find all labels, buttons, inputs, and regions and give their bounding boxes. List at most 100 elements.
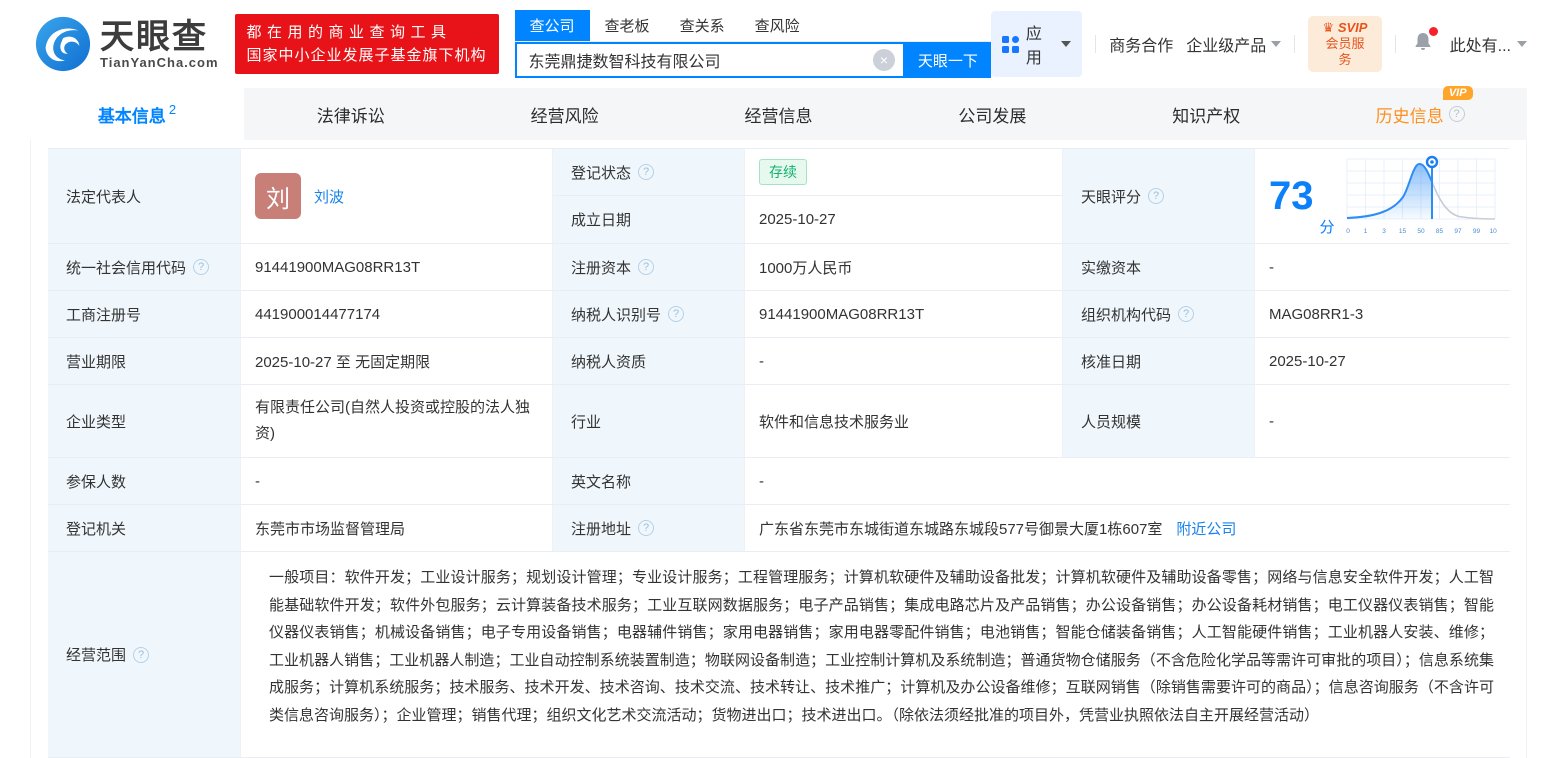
svg-text:15: 15 — [1398, 228, 1406, 235]
field-label-credit-code: 统一社会信用代码? — [48, 244, 241, 291]
help-icon[interactable]: ? — [133, 646, 150, 663]
tab-history-info[interactable]: 历史信息 ? VIP — [1313, 85, 1527, 140]
tab-basic-info[interactable]: 基本信息 2 — [30, 88, 244, 140]
field-value-establish-date: 2025-10-27 — [745, 196, 1063, 244]
field-label-business-reg-no: 工商注册号 — [48, 291, 241, 338]
promo-line1: 都在用的商业查询工具 — [246, 24, 452, 41]
field-label-insured-count: 参保人数 — [48, 458, 241, 505]
field-value-reg-status: 存续 — [745, 149, 1063, 196]
field-value-registered-capital: 1000万人民币 — [745, 244, 1063, 291]
search-tab-risk[interactable]: 查风险 — [740, 10, 815, 41]
tab-intellectual-property[interactable]: 知识产权 — [1099, 88, 1313, 140]
table-row: 法定代表人 刘 刘波 登记状态 ? 存续 天眼评分 ? 73 分 0 1 3 1… — [48, 149, 1510, 244]
brand-name: 天眼查 — [100, 17, 208, 56]
field-label-registered-address: 注册地址? — [553, 505, 745, 552]
field-label-paid-capital: 实缴资本 — [1063, 244, 1255, 291]
top-header: 天眼查 TianYanCha.com 都在用的商业查询工具 国家中小企业发展子基… — [0, 0, 1557, 88]
svg-text:50: 50 — [1417, 228, 1425, 235]
chevron-down-icon — [1271, 41, 1282, 47]
notification-dot — [1428, 26, 1438, 36]
help-icon[interactable]: ? — [668, 306, 685, 322]
clear-search-icon[interactable]: × — [872, 49, 895, 71]
help-icon[interactable]: ? — [1148, 188, 1165, 204]
search-tabs: 查公司 查老板 查关系 查风险 — [514, 10, 991, 42]
svip-member-button[interactable]: ♛ SVIP 会员服务 — [1308, 16, 1382, 72]
field-label-reg-status: 登记状态 ? — [553, 149, 745, 196]
tab-basic-info-label: 基本信息 — [97, 106, 166, 126]
field-label-taxpayer-id: 纳税人识别号? — [553, 291, 745, 338]
help-icon[interactable]: ? — [638, 520, 655, 536]
field-label-approval-date: 核准日期 — [1063, 338, 1255, 385]
basic-info-panel: 法定代表人 刘 刘波 登记状态 ? 存续 天眼评分 ? 73 分 0 1 3 1… — [30, 140, 1527, 758]
section-tabbar: 基本信息 2 法律诉讼 经营风险 经营信息 公司发展 知识产权 历史信息 ? V… — [30, 85, 1527, 140]
nav-link-enterprise[interactable]: 企业级产品 — [1186, 32, 1282, 56]
svg-text:97: 97 — [1454, 228, 1462, 235]
svip-label: SVIP — [1337, 20, 1368, 35]
svg-text:99: 99 — [1472, 228, 1480, 235]
help-icon[interactable]: ? — [1178, 306, 1195, 322]
field-label-company-type: 企业类型 — [48, 385, 241, 458]
field-label-industry: 行业 — [553, 385, 745, 458]
field-label-taxpayer-qualification: 纳税人资质 — [553, 338, 745, 385]
tab-operating-risk[interactable]: 经营风险 — [458, 88, 672, 140]
apps-grid-icon — [1001, 35, 1019, 53]
field-value-insured-count: - — [241, 458, 553, 505]
svg-text:85: 85 — [1435, 228, 1443, 235]
help-icon[interactable]: ? — [193, 259, 210, 275]
tab-legal-proceedings[interactable]: 法律诉讼 — [244, 88, 458, 140]
svg-text:3: 3 — [1382, 228, 1386, 235]
field-label-business-term: 营业期限 — [48, 338, 241, 385]
search-input[interactable] — [528, 51, 873, 69]
status-badge: 存续 — [759, 159, 807, 185]
apps-label: 应用 — [1025, 26, 1042, 67]
search-tab-company[interactable]: 查公司 — [514, 10, 590, 41]
divider — [1394, 35, 1396, 53]
tab-history-info-label: 历史信息 — [1375, 106, 1444, 126]
score-unit: 分 — [1319, 219, 1335, 236]
avatar[interactable]: 刘 — [255, 173, 301, 219]
tianyancha-logo[interactable]: 天眼查 TianYanCha.com — [34, 15, 219, 73]
legal-rep-link[interactable]: 刘波 — [314, 186, 344, 207]
tab-company-development[interactable]: 公司发展 — [885, 88, 1099, 140]
divider — [1294, 35, 1296, 53]
brand-domain: TianYanCha.com — [100, 54, 219, 70]
header-nav: 应用 商务合作 企业级产品 ♛ SVIP 会员服务 此处有... — [990, 11, 1527, 77]
crown-icon: ♛ — [1322, 20, 1335, 35]
field-value-business-term: 2025-10-27 至 无固定期限 — [241, 338, 553, 385]
help-icon[interactable]: ? — [1448, 106, 1465, 122]
vip-badge: VIP — [1442, 85, 1473, 100]
search-button[interactable]: 天眼一下 — [904, 42, 991, 78]
score-number: 73 — [1269, 174, 1314, 218]
field-value-credit-code: 91441900MAG08RR13T — [241, 244, 553, 291]
field-value-business-scope: 一般项目：软件开发；工业设计服务；规划设计管理；专业设计服务；工程管理服务；计算… — [241, 552, 1510, 758]
svg-text:100: 100 — [1489, 228, 1496, 235]
chevron-down-icon — [1517, 41, 1527, 47]
field-label-registration-authority: 登记机关 — [48, 505, 241, 552]
score-distribution-chart: 0 1 3 15 50 85 97 99 100 — [1346, 155, 1497, 235]
table-row: 工商注册号 441900014477174 纳税人识别号? 91441900MA… — [48, 291, 1510, 338]
user-menu[interactable]: 此处有... — [1450, 32, 1527, 56]
table-row: 登记机关 东莞市市场监督管理局 注册地址? 广东省东莞市东城街道东城路东城段57… — [48, 505, 1510, 552]
svip-sublabel: 会员服务 — [1325, 36, 1365, 67]
tianyancha-logo-icon — [35, 16, 91, 72]
field-value-taxpayer-qualification: - — [745, 338, 1063, 385]
help-icon[interactable]: ? — [638, 259, 655, 275]
search-tab-relation[interactable]: 查关系 — [665, 10, 740, 41]
tab-operating-info[interactable]: 经营信息 — [672, 88, 886, 140]
field-value-business-reg-no: 441900014477174 — [241, 291, 553, 338]
svg-text:0: 0 — [1346, 228, 1350, 235]
nav-link-cooperation[interactable]: 商务合作 — [1109, 32, 1173, 56]
search-tab-boss[interactable]: 查老板 — [590, 10, 665, 41]
table-row: 经营范围? 一般项目：软件开发；工业设计服务；规划设计管理；专业设计服务；工程管… — [48, 552, 1510, 758]
apps-menu-button[interactable]: 应用 — [990, 11, 1083, 77]
notifications-bell-icon[interactable] — [1411, 26, 1438, 59]
nearby-companies-link[interactable]: 附近公司 — [1176, 518, 1236, 539]
help-icon[interactable]: ? — [638, 164, 655, 180]
field-value-registration-authority: 东莞市市场监督管理局 — [241, 505, 553, 552]
user-name: 此处有... — [1449, 38, 1511, 55]
field-label-english-name: 英文名称 — [553, 458, 745, 505]
field-value-registered-address: 广东省东莞市东城街道东城路东城段577号御景大厦1栋607室 附近公司 — [745, 505, 1510, 552]
field-value-industry: 软件和信息技术服务业 — [745, 385, 1063, 458]
svg-text:1: 1 — [1363, 228, 1367, 235]
field-label-score: 天眼评分 ? — [1063, 149, 1255, 244]
